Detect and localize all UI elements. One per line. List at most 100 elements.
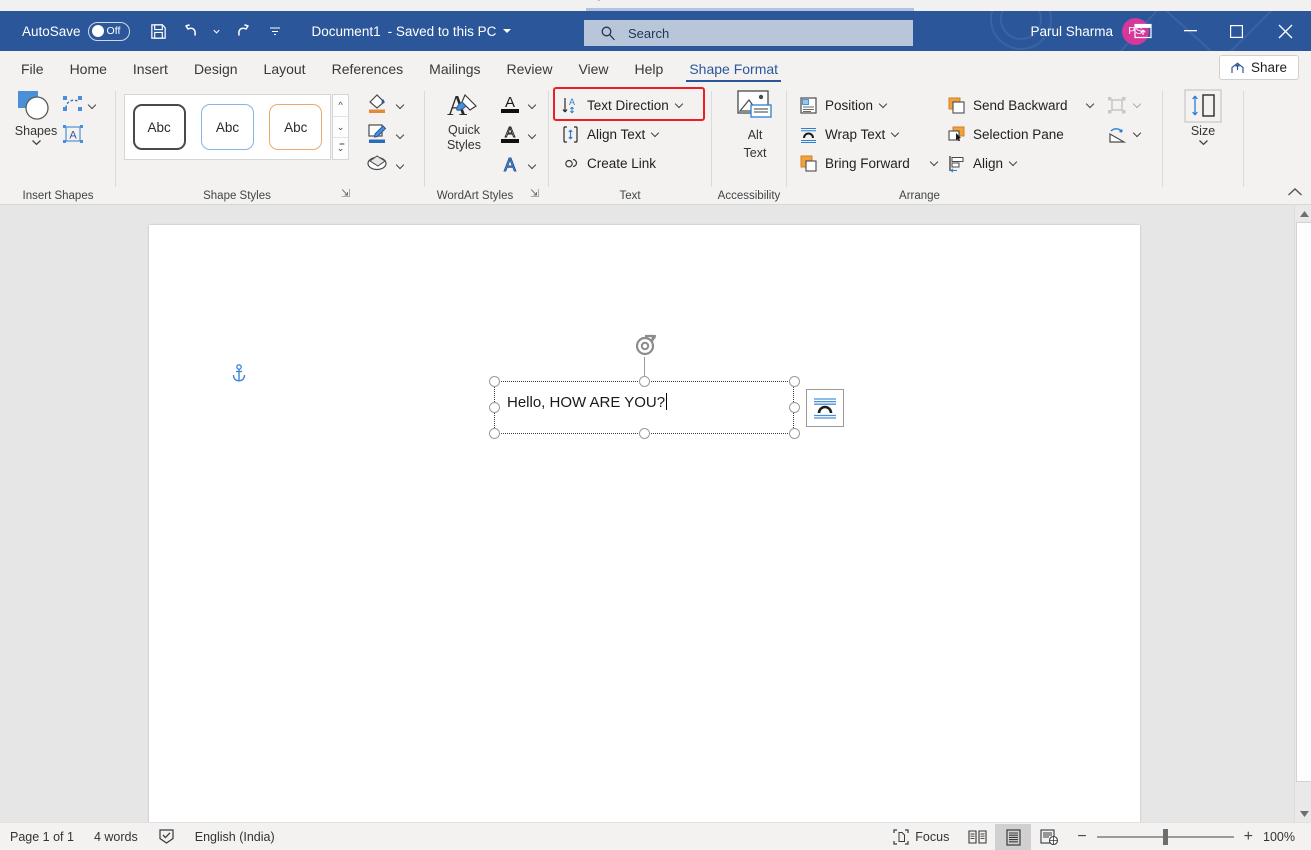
word-count-status[interactable]: 4 words bbox=[84, 823, 148, 850]
tab-review[interactable]: Review bbox=[494, 51, 566, 83]
tab-home[interactable]: Home bbox=[57, 51, 120, 83]
tab-layout[interactable]: Layout bbox=[251, 51, 319, 83]
draw-text-box-icon[interactable]: A bbox=[62, 124, 84, 149]
resize-handle-top-right[interactable] bbox=[789, 376, 800, 387]
align-objects-dropdown-icon[interactable] bbox=[1008, 157, 1018, 167]
shape-outline-icon[interactable] bbox=[366, 122, 389, 150]
tab-insert[interactable]: Insert bbox=[120, 51, 181, 83]
text-fill-icon[interactable]: A bbox=[499, 92, 521, 121]
shape-style-swatch[interactable]: Abc bbox=[269, 104, 323, 150]
send-backward-button[interactable]: Send Backward bbox=[947, 91, 1094, 120]
shapes-button[interactable]: Shapes bbox=[10, 89, 62, 146]
shape-outline-dropdown-icon[interactable] bbox=[395, 130, 405, 139]
wordart-styles-dialog-launcher[interactable]: ⇲ bbox=[528, 188, 541, 201]
text-box-content[interactable]: Hello, HOW ARE YOU? bbox=[507, 393, 668, 411]
document-title-dropdown-icon[interactable] bbox=[503, 29, 512, 33]
redo-icon[interactable] bbox=[228, 16, 258, 46]
selected-text-box[interactable]: Hello, HOW ARE YOU? bbox=[486, 321, 806, 446]
resize-handle-bottom-right[interactable] bbox=[789, 428, 800, 439]
proofing-errors-button[interactable] bbox=[148, 823, 185, 850]
gallery-more-button[interactable]: ⌄̅ bbox=[333, 138, 348, 159]
shape-effects-icon[interactable] bbox=[366, 152, 389, 180]
tab-mailings[interactable]: Mailings bbox=[416, 51, 493, 83]
collapse-ribbon-button[interactable] bbox=[1287, 184, 1303, 200]
read-mode-view-button[interactable] bbox=[959, 824, 995, 850]
bring-forward-button[interactable]: Bring Forward bbox=[799, 149, 939, 178]
tab-view[interactable]: View bbox=[565, 51, 621, 83]
vertical-scrollbar[interactable] bbox=[1294, 205, 1311, 822]
text-box-frame[interactable]: Hello, HOW ARE YOU? bbox=[494, 381, 794, 434]
selection-pane-button[interactable]: Selection Pane bbox=[947, 120, 1093, 149]
share-button[interactable]: Share bbox=[1218, 55, 1299, 80]
zoom-out-button[interactable]: − bbox=[1077, 829, 1086, 845]
shape-effects-dropdown-icon[interactable] bbox=[395, 160, 405, 169]
zoom-slider[interactable]: − + bbox=[1067, 829, 1263, 845]
document-title-area[interactable]: Document1 - Saved to this PC bbox=[312, 24, 512, 39]
tab-design[interactable]: Design bbox=[181, 51, 251, 83]
language-status[interactable]: English (India) bbox=[185, 823, 285, 850]
undo-dropdown-icon[interactable] bbox=[208, 16, 226, 46]
layout-options-button[interactable] bbox=[806, 389, 844, 427]
text-outline-dropdown-icon[interactable] bbox=[527, 130, 537, 139]
print-layout-view-button[interactable] bbox=[995, 824, 1032, 850]
scrollbar-thumb[interactable] bbox=[1296, 222, 1311, 782]
undo-icon[interactable] bbox=[176, 16, 206, 46]
rotate-objects-button[interactable] bbox=[1107, 120, 1142, 149]
align-objects-button[interactable]: Align bbox=[947, 149, 1093, 178]
text-direction-button[interactable]: A Text Direction bbox=[561, 91, 684, 120]
alt-text-button[interactable]: Alt Text bbox=[724, 89, 786, 161]
shape-style-swatch[interactable]: Abc bbox=[200, 104, 254, 150]
align-text-dropdown-icon[interactable] bbox=[651, 128, 660, 138]
zoom-level-label[interactable]: 100% bbox=[1263, 830, 1311, 844]
focus-mode-button[interactable]: Focus bbox=[883, 823, 959, 850]
document-canvas[interactable]: Hello, HOW ARE YOU? bbox=[0, 205, 1311, 825]
size-dropdown-icon[interactable] bbox=[1198, 139, 1209, 146]
autosave-control[interactable]: AutoSave Off bbox=[22, 21, 130, 41]
tab-help[interactable]: Help bbox=[622, 51, 677, 83]
shape-fill-dropdown-icon[interactable] bbox=[395, 100, 405, 109]
customize-quick-access-toolbar-icon[interactable] bbox=[260, 16, 290, 46]
ribbon-display-options-icon[interactable] bbox=[1119, 11, 1167, 51]
position-button[interactable]: Position bbox=[799, 91, 937, 120]
zoom-slider-thumb[interactable] bbox=[1162, 829, 1168, 845]
search-input[interactable]: Search bbox=[628, 26, 669, 41]
page-number-status[interactable]: Page 1 of 1 bbox=[0, 823, 84, 850]
resize-handle-middle-left[interactable] bbox=[489, 402, 500, 413]
shape-fill-icon[interactable] bbox=[366, 92, 389, 120]
create-link-button[interactable]: Create Link bbox=[561, 149, 682, 178]
maximize-button[interactable] bbox=[1213, 11, 1259, 51]
shapes-dropdown-icon[interactable] bbox=[31, 139, 42, 146]
shape-style-swatch[interactable]: Abc bbox=[132, 104, 186, 150]
resize-handle-bottom-center[interactable] bbox=[639, 428, 650, 439]
text-effects-dropdown-icon[interactable] bbox=[527, 160, 537, 169]
minimize-button[interactable] bbox=[1167, 11, 1213, 51]
gallery-scroll-up-button[interactable]: ^ bbox=[333, 95, 348, 117]
position-dropdown-icon[interactable] bbox=[878, 99, 888, 109]
autosave-toggle[interactable]: Off bbox=[87, 21, 130, 41]
text-effects-icon[interactable]: A bbox=[499, 152, 521, 181]
close-button[interactable] bbox=[1259, 11, 1311, 51]
resize-handle-bottom-left[interactable] bbox=[489, 428, 500, 439]
zoom-in-button[interactable]: + bbox=[1244, 829, 1253, 845]
tab-file[interactable]: File bbox=[8, 51, 57, 83]
align-text-button[interactable]: Align Text bbox=[561, 120, 682, 149]
rotation-handle-icon[interactable] bbox=[632, 333, 660, 366]
resize-handle-middle-right[interactable] bbox=[789, 402, 800, 413]
scroll-down-button[interactable] bbox=[1296, 805, 1311, 822]
size-button[interactable]: Size bbox=[1175, 89, 1231, 146]
gallery-scroll-down-button[interactable]: ⌄ bbox=[333, 117, 348, 139]
send-backward-dropdown-icon[interactable] bbox=[1085, 99, 1094, 109]
save-icon[interactable] bbox=[144, 16, 174, 46]
tab-references[interactable]: References bbox=[319, 51, 417, 83]
bring-forward-dropdown-icon[interactable] bbox=[929, 157, 939, 167]
wrap-text-dropdown-icon[interactable] bbox=[891, 128, 900, 138]
text-direction-dropdown-icon[interactable] bbox=[674, 99, 684, 109]
text-fill-dropdown-icon[interactable] bbox=[527, 100, 537, 109]
resize-handle-top-left[interactable] bbox=[489, 376, 500, 387]
tab-shape-format[interactable]: Shape Format bbox=[676, 51, 791, 83]
edit-shape-dropdown-icon[interactable] bbox=[87, 100, 97, 109]
scroll-up-button[interactable] bbox=[1296, 205, 1311, 222]
web-layout-view-button[interactable] bbox=[1031, 824, 1067, 850]
resize-handle-top-center[interactable] bbox=[639, 376, 650, 387]
shape-styles-dialog-launcher[interactable]: ⇲ bbox=[339, 188, 352, 201]
